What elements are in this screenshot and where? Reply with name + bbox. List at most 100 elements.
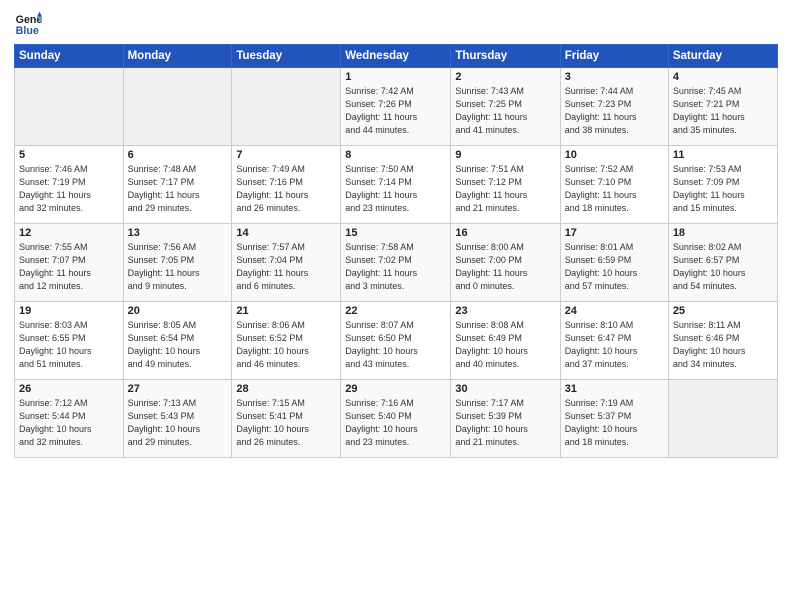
weekday-header-sunday: Sunday xyxy=(15,45,124,68)
day-info: Sunrise: 7:45 AM Sunset: 7:21 PM Dayligh… xyxy=(673,85,773,137)
calendar-cell: 18 Sunrise: 8:02 AM Sunset: 6:57 PM Dayli… xyxy=(668,224,777,302)
week-row-1: 1Sunrise: 7:42 AM Sunset: 7:26 PM Daylig… xyxy=(15,68,778,146)
day-info: Sunrise: 7:43 AM Sunset: 7:25 PM Dayligh… xyxy=(455,85,555,137)
calendar-cell: 6 Sunrise: 7:48 AM Sunset: 7:17 PM Daylig… xyxy=(123,146,232,224)
calendar-cell: 21 Sunrise: 8:06 AM Sunset: 6:52 PM Dayli… xyxy=(232,302,341,380)
weekday-header-monday: Monday xyxy=(123,45,232,68)
day-number: 15 xyxy=(345,227,446,239)
day-number: 12 xyxy=(19,227,119,239)
day-info: Sunrise: 8:01 AM Sunset: 6:59 PM Dayligh… xyxy=(565,241,664,293)
day-number: 22 xyxy=(345,305,446,317)
weekday-header-friday: Friday xyxy=(560,45,668,68)
day-number: 2 xyxy=(455,71,555,83)
day-number: 9 xyxy=(455,149,555,161)
day-info: Sunrise: 7:50 AM Sunset: 7:14 PM Dayligh… xyxy=(345,163,446,215)
day-info: Sunrise: 8:05 AM Sunset: 6:54 PM Dayligh… xyxy=(128,319,228,371)
day-number: 24 xyxy=(565,305,664,317)
calendar-cell: 13 Sunrise: 7:56 AM Sunset: 7:05 PM Dayli… xyxy=(123,224,232,302)
calendar-cell: 2 Sunrise: 7:43 AM Sunset: 7:25 PM Daylig… xyxy=(451,68,560,146)
calendar-cell: 9 Sunrise: 7:51 AM Sunset: 7:12 PM Daylig… xyxy=(451,146,560,224)
day-info: Sunrise: 8:03 AM Sunset: 6:55 PM Dayligh… xyxy=(19,319,119,371)
day-info: Sunrise: 7:15 AM Sunset: 5:41 PM Dayligh… xyxy=(236,397,336,449)
calendar-cell: 14 Sunrise: 7:57 AM Sunset: 7:04 PM Dayli… xyxy=(232,224,341,302)
calendar-cell: 24 Sunrise: 8:10 AM Sunset: 6:47 PM Dayli… xyxy=(560,302,668,380)
day-info: Sunrise: 7:58 AM Sunset: 7:02 PM Dayligh… xyxy=(345,241,446,293)
logo-icon: General Blue xyxy=(14,10,42,38)
day-number: 25 xyxy=(673,305,773,317)
calendar-cell xyxy=(15,68,124,146)
day-info: Sunrise: 7:53 AM Sunset: 7:09 PM Dayligh… xyxy=(673,163,773,215)
day-info: Sunrise: 8:10 AM Sunset: 6:47 PM Dayligh… xyxy=(565,319,664,371)
day-info: Sunrise: 7:52 AM Sunset: 7:10 PM Dayligh… xyxy=(565,163,664,215)
day-info: Sunrise: 7:13 AM Sunset: 5:43 PM Dayligh… xyxy=(128,397,228,449)
week-row-3: 12Sunrise: 7:55 AM Sunset: 7:07 PM Dayli… xyxy=(15,224,778,302)
weekday-header-row: SundayMondayTuesdayWednesdayThursdayFrid… xyxy=(15,45,778,68)
weekday-header-saturday: Saturday xyxy=(668,45,777,68)
calendar-cell: 25Sunrise: 8:11 AM Sunset: 6:46 PM Dayli… xyxy=(668,302,777,380)
day-number: 13 xyxy=(128,227,228,239)
calendar-cell: 30Sunrise: 7:17 AM Sunset: 5:39 PM Dayli… xyxy=(451,380,560,458)
logo: General Blue xyxy=(14,10,40,38)
day-info: Sunrise: 7:17 AM Sunset: 5:39 PM Dayligh… xyxy=(455,397,555,449)
day-number: 11 xyxy=(673,149,773,161)
day-number: 31 xyxy=(565,383,664,395)
day-info: Sunrise: 7:56 AM Sunset: 7:05 PM Dayligh… xyxy=(128,241,228,293)
day-info: Sunrise: 7:49 AM Sunset: 7:16 PM Dayligh… xyxy=(236,163,336,215)
day-number: 18 xyxy=(673,227,773,239)
day-number: 8 xyxy=(345,149,446,161)
day-info: Sunrise: 7:19 AM Sunset: 5:37 PM Dayligh… xyxy=(565,397,664,449)
day-number: 16 xyxy=(455,227,555,239)
svg-text:Blue: Blue xyxy=(16,25,39,37)
calendar-cell: 31 Sunrise: 7:19 AM Sunset: 5:37 PM Dayli… xyxy=(560,380,668,458)
day-number: 3 xyxy=(565,71,664,83)
header: General Blue xyxy=(14,10,778,38)
day-info: Sunrise: 7:57 AM Sunset: 7:04 PM Dayligh… xyxy=(236,241,336,293)
calendar-cell: 10 Sunrise: 7:52 AM Sunset: 7:10 PM Dayli… xyxy=(560,146,668,224)
day-number: 5 xyxy=(19,149,119,161)
day-number: 4 xyxy=(673,71,773,83)
calendar-cell: 23Sunrise: 8:08 AM Sunset: 6:49 PM Dayli… xyxy=(451,302,560,380)
day-number: 21 xyxy=(236,305,336,317)
calendar-cell: 7 Sunrise: 7:49 AM Sunset: 7:16 PM Daylig… xyxy=(232,146,341,224)
weekday-header-tuesday: Tuesday xyxy=(232,45,341,68)
day-info: Sunrise: 7:51 AM Sunset: 7:12 PM Dayligh… xyxy=(455,163,555,215)
calendar-cell: 19Sunrise: 8:03 AM Sunset: 6:55 PM Dayli… xyxy=(15,302,124,380)
day-info: Sunrise: 7:12 AM Sunset: 5:44 PM Dayligh… xyxy=(19,397,119,449)
day-number: 29 xyxy=(345,383,446,395)
calendar-cell: 5 Sunrise: 7:46 AM Sunset: 7:19 PM Daylig… xyxy=(15,146,124,224)
day-number: 10 xyxy=(565,149,664,161)
calendar-cell: 16 Sunrise: 8:00 AM Sunset: 7:00 PM Dayli… xyxy=(451,224,560,302)
calendar-cell xyxy=(123,68,232,146)
weekday-header-wednesday: Wednesday xyxy=(341,45,451,68)
calendar-cell: 29 Sunrise: 7:16 AM Sunset: 5:40 PM Dayli… xyxy=(341,380,451,458)
day-info: Sunrise: 8:02 AM Sunset: 6:57 PM Dayligh… xyxy=(673,241,773,293)
day-number: 6 xyxy=(128,149,228,161)
day-number: 7 xyxy=(236,149,336,161)
calendar-cell: 4 Sunrise: 7:45 AM Sunset: 7:21 PM Daylig… xyxy=(668,68,777,146)
day-number: 14 xyxy=(236,227,336,239)
calendar-cell: 11 Sunrise: 7:53 AM Sunset: 7:09 PM Dayli… xyxy=(668,146,777,224)
day-number: 1 xyxy=(345,71,446,83)
calendar-cell: 17Sunrise: 8:01 AM Sunset: 6:59 PM Dayli… xyxy=(560,224,668,302)
day-info: Sunrise: 7:44 AM Sunset: 7:23 PM Dayligh… xyxy=(565,85,664,137)
week-row-4: 19Sunrise: 8:03 AM Sunset: 6:55 PM Dayli… xyxy=(15,302,778,380)
calendar-cell: 3 Sunrise: 7:44 AM Sunset: 7:23 PM Daylig… xyxy=(560,68,668,146)
day-number: 28 xyxy=(236,383,336,395)
day-number: 26 xyxy=(19,383,119,395)
day-info: Sunrise: 8:06 AM Sunset: 6:52 PM Dayligh… xyxy=(236,319,336,371)
calendar-cell: 15 Sunrise: 7:58 AM Sunset: 7:02 PM Dayli… xyxy=(341,224,451,302)
day-info: Sunrise: 7:46 AM Sunset: 7:19 PM Dayligh… xyxy=(19,163,119,215)
calendar-cell: 26 Sunrise: 7:12 AM Sunset: 5:44 PM Dayli… xyxy=(15,380,124,458)
calendar-cell xyxy=(668,380,777,458)
page: General Blue SundayMondayTuesdayWednesda… xyxy=(0,0,792,612)
calendar-cell xyxy=(232,68,341,146)
calendar-cell: 8 Sunrise: 7:50 AM Sunset: 7:14 PM Daylig… xyxy=(341,146,451,224)
day-info: Sunrise: 8:08 AM Sunset: 6:49 PM Dayligh… xyxy=(455,319,555,371)
day-info: Sunrise: 7:16 AM Sunset: 5:40 PM Dayligh… xyxy=(345,397,446,449)
day-number: 20 xyxy=(128,305,228,317)
calendar-cell: 20 Sunrise: 8:05 AM Sunset: 6:54 PM Dayli… xyxy=(123,302,232,380)
day-info: Sunrise: 7:48 AM Sunset: 7:17 PM Dayligh… xyxy=(128,163,228,215)
day-info: Sunrise: 8:00 AM Sunset: 7:00 PM Dayligh… xyxy=(455,241,555,293)
calendar-cell: 1Sunrise: 7:42 AM Sunset: 7:26 PM Daylig… xyxy=(341,68,451,146)
day-number: 27 xyxy=(128,383,228,395)
